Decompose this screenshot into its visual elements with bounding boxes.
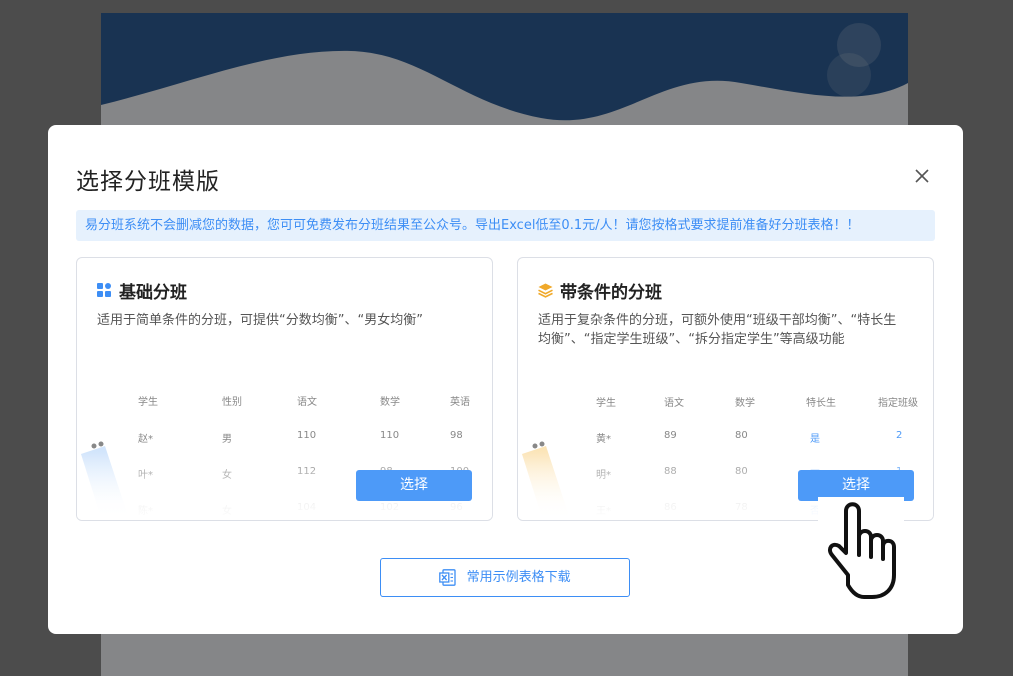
table-header: 语文 bbox=[297, 397, 317, 408]
table-header: 特长生 bbox=[806, 398, 836, 409]
download-label: 常用示例表格下载 bbox=[466, 570, 571, 585]
table-cell: 男 bbox=[222, 434, 232, 445]
table-header: 学生 bbox=[596, 398, 616, 409]
table-cell: 赵* bbox=[138, 434, 153, 445]
table-header: 英语 bbox=[450, 397, 470, 408]
table-header: 数学 bbox=[380, 397, 400, 408]
excel-file-icon bbox=[439, 569, 457, 586]
select-button[interactable]: 选择 bbox=[356, 470, 472, 501]
table-cell: 89 bbox=[664, 430, 677, 441]
table-header: 语文 bbox=[664, 398, 684, 409]
conditional-grouping-card[interactable]: 带条件的分班 适用于复杂条件的分班，可额外使用“班级干部均衡”、“特长生均衡”、… bbox=[517, 257, 934, 521]
modal-title: 选择分班模版 bbox=[76, 169, 220, 195]
hand-pointer-icon bbox=[828, 502, 896, 599]
table-cell: 110 bbox=[380, 430, 400, 441]
table-header: 指定班级 bbox=[878, 398, 918, 409]
table-header: 数学 bbox=[735, 398, 755, 409]
table-cell: 80 bbox=[735, 430, 748, 441]
basic-grouping-card[interactable]: 基础分班 适用于简单条件的分班，可提供“分数均衡”、“男女均衡” 学生 性别 语… bbox=[76, 257, 493, 521]
download-sample-button[interactable]: 常用示例表格下载 bbox=[380, 558, 630, 597]
close-icon[interactable] bbox=[911, 165, 933, 187]
table-header: 学生 bbox=[138, 397, 158, 408]
table-header: 性别 bbox=[222, 397, 242, 408]
hand-pointer-cursor bbox=[818, 497, 904, 603]
table-cell: 黄* bbox=[596, 434, 611, 445]
table-cell: 是 bbox=[810, 434, 820, 445]
table-cell: 110 bbox=[297, 430, 317, 441]
table-cell: 2 bbox=[896, 430, 903, 441]
table-cell: 98 bbox=[450, 430, 463, 441]
notice-banner: 易分班系统不会删减您的数据，您可可免费发布分班结果至公众号。导出Excel低至0… bbox=[76, 210, 935, 241]
